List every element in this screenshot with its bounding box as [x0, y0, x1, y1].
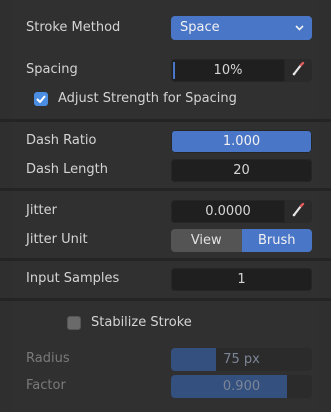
spacing-fill-indicator [173, 62, 175, 79]
factor-value: 0.900 [222, 379, 261, 394]
stroke-method-label: Stroke Method [26, 20, 121, 35]
pen-pressure-icon [291, 61, 307, 81]
chevron-down-icon [295, 16, 304, 40]
radius-label: Radius [26, 351, 70, 366]
pen-pressure-icon [291, 202, 307, 222]
factor-slider[interactable]: 0.900 [171, 375, 312, 398]
dash-ratio-field[interactable]: 1.000 [171, 130, 312, 153]
jitter-label: Jitter [26, 203, 57, 218]
jitter-unit-brush-option[interactable]: Brush [241, 229, 312, 252]
radius-value: 75 px [223, 352, 260, 367]
section-divider [0, 119, 331, 122]
stroke-method-dropdown[interactable]: Space [171, 16, 312, 40]
adjust-strength-checkbox[interactable] [34, 92, 48, 106]
input-samples-field[interactable]: 1 [171, 268, 312, 291]
stabilize-stroke-checkbox[interactable] [67, 316, 81, 330]
dash-ratio-label: Dash Ratio [26, 133, 97, 148]
stroke-method-value: Space [180, 20, 220, 35]
spacing-value: 10% [213, 63, 243, 78]
jitter-unit-toggle: View Brush [171, 229, 312, 252]
radius-slider[interactable]: 75 px [171, 348, 312, 371]
spacing-field[interactable]: 10% [171, 59, 285, 82]
jitter-unit-view-option[interactable]: View [171, 229, 242, 252]
jitter-unit-label: Jitter Unit [26, 232, 88, 247]
jitter-pressure-button[interactable] [285, 200, 312, 223]
spacing-label: Spacing [26, 62, 78, 77]
dash-length-label: Dash Length [26, 162, 108, 177]
adjust-strength-label: Adjust Strength for Spacing [58, 91, 237, 106]
input-samples-label: Input Samples [26, 271, 120, 286]
stabilize-stroke-label: Stabilize Stroke [91, 315, 192, 330]
section-divider [0, 298, 331, 301]
section-divider [0, 188, 331, 191]
spacing-pressure-button[interactable] [285, 59, 312, 82]
dash-length-field[interactable]: 20 [171, 159, 312, 182]
section-divider [0, 258, 331, 261]
factor-label: Factor [26, 378, 66, 393]
jitter-field[interactable]: 0.0000 [171, 200, 285, 223]
checkmark-icon [36, 95, 46, 103]
